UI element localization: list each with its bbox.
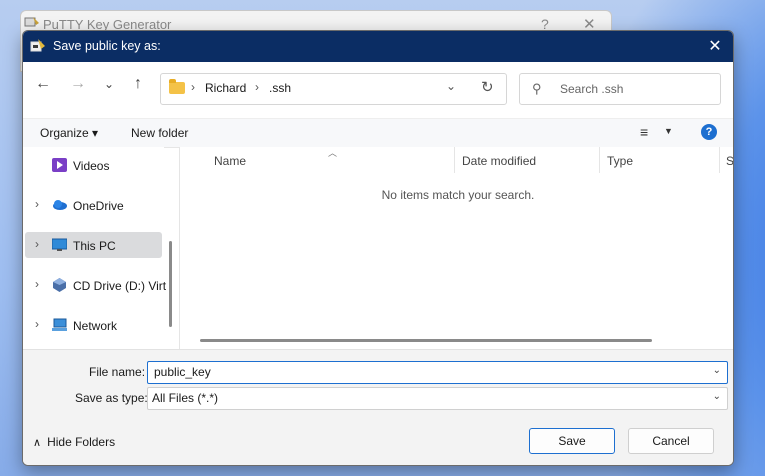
organize-button[interactable]: Organize ▾: [40, 126, 98, 140]
new-folder-button[interactable]: New folder: [131, 126, 188, 140]
search-icon: ⚲: [532, 81, 542, 96]
forward-button[interactable]: →: [66, 75, 90, 93]
up-button[interactable]: ↑: [126, 75, 150, 93]
breadcrumb-richard[interactable]: Richard: [205, 81, 246, 95]
sidebar-item-label: Network: [73, 319, 118, 333]
address-dropdown-button[interactable]: ⌄: [446, 79, 456, 93]
sort-arrow-icon: ︿: [328, 148, 338, 158]
sidebar-item-network[interactable]: › Network: [25, 312, 162, 338]
navigation-scrollbar[interactable]: [169, 241, 172, 327]
save-options-panel: File name: public_key ⌄ Save as type: Al…: [23, 349, 733, 465]
search-placeholder: Search .ssh: [560, 82, 624, 96]
this-pc-icon: [52, 238, 67, 251]
hide-folders-label: Hide Folders: [47, 435, 116, 449]
refresh-button[interactable]: ↻: [481, 78, 494, 96]
sidebar-item-label: This PC: [73, 239, 116, 253]
column-date-modified[interactable]: Date modified: [462, 154, 536, 168]
chevron-up-icon: ∧: [33, 437, 42, 449]
save-as-type-label: Save as type:: [75, 391, 148, 405]
address-bar[interactable]: › Richard › .ssh ⌄ ↻: [160, 73, 507, 105]
save-dialog: Save public key as: ✕ ← → ⌄ ↑ › Richard …: [22, 30, 734, 466]
file-name-label: File name:: [89, 365, 146, 379]
column-name[interactable]: Name: [214, 154, 246, 168]
cd-drive-icon: [53, 278, 66, 292]
chevron-down-icon[interactable]: ⌄: [713, 365, 721, 376]
breadcrumb-separator: ›: [191, 80, 195, 94]
chevron-down-icon[interactable]: ▼: [664, 126, 673, 136]
expand-chevron-icon[interactable]: ›: [35, 197, 39, 211]
empty-message: No items match your search.: [381, 188, 535, 202]
help-icon[interactable]: ?: [701, 124, 717, 140]
chevron-down-icon[interactable]: ⌄: [713, 391, 721, 402]
videos-icon: [52, 158, 67, 172]
putty-icon: [30, 39, 45, 52]
breadcrumb-ssh[interactable]: .ssh: [269, 81, 291, 95]
sidebar-item-onedrive[interactable]: › OneDrive: [25, 192, 162, 218]
hide-folders-button[interactable]: ∧ Hide Folders: [33, 435, 115, 449]
save-as-type-select[interactable]: All Files (*.*) ⌄: [147, 387, 728, 410]
breadcrumb-separator: ›: [255, 80, 259, 94]
sidebar-item-label: OneDrive: [73, 199, 124, 213]
recent-locations-button[interactable]: ⌄: [97, 77, 121, 91]
dialog-close-button[interactable]: ✕: [697, 31, 733, 62]
view-options-icon[interactable]: ≡: [640, 124, 648, 140]
back-button[interactable]: ←: [31, 75, 55, 93]
horizontal-scrollbar[interactable]: [200, 339, 652, 342]
column-type[interactable]: Type: [607, 154, 633, 168]
navigation-pane: Videos › OneDrive › This PC › CD Drive (…: [23, 147, 166, 355]
expand-chevron-icon[interactable]: ›: [35, 317, 39, 331]
cancel-button[interactable]: Cancel: [628, 428, 714, 454]
onedrive-icon: [53, 200, 67, 210]
sidebar-item-label: CD Drive (D:) Virt: [73, 279, 167, 293]
sidebar-item-this-pc[interactable]: › This PC: [25, 232, 162, 258]
file-list-pane: ︿ Name Date modified Type Si No items ma…: [179, 147, 733, 355]
folder-icon: [169, 79, 185, 94]
expand-chevron-icon[interactable]: ›: [35, 237, 39, 251]
command-bar: Organize ▾ New folder ≡ ▼ ?: [23, 118, 733, 148]
column-divider[interactable]: [719, 147, 720, 173]
column-header-row: ︿ Name Date modified Type Si: [180, 147, 733, 173]
putty-icon: [24, 17, 39, 27]
file-name-input[interactable]: public_key ⌄: [147, 361, 728, 384]
network-icon: [52, 318, 67, 331]
dialog-titlebar: Save public key as: ✕: [23, 31, 733, 62]
sidebar-item-cd-drive[interactable]: › CD Drive (D:) Virt: [25, 272, 166, 298]
column-divider[interactable]: [599, 147, 600, 173]
sidebar-item-label: Videos: [73, 159, 110, 173]
search-box[interactable]: ⚲ Search .ssh: [519, 73, 721, 105]
sidebar-item-videos[interactable]: Videos: [25, 152, 162, 178]
column-size[interactable]: Si: [726, 154, 733, 168]
save-as-type-value: All Files (*.*): [152, 391, 219, 405]
save-button[interactable]: Save: [529, 428, 615, 454]
column-divider[interactable]: [454, 147, 455, 173]
file-name-value: public_key: [154, 365, 211, 379]
dialog-title: Save public key as:: [53, 39, 161, 53]
expand-chevron-icon[interactable]: ›: [35, 277, 39, 291]
